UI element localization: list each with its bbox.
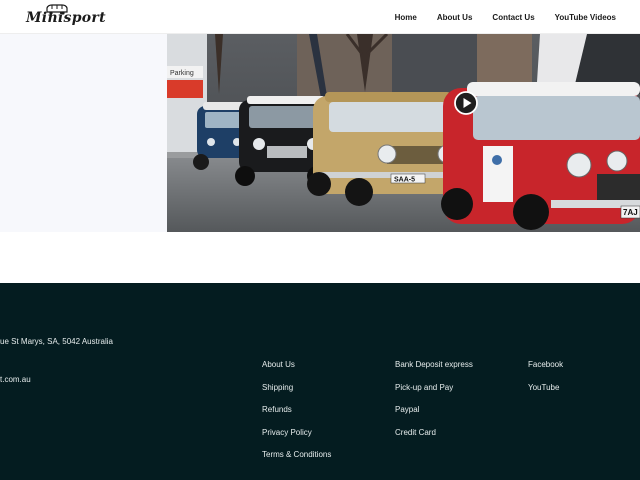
parking-sign-text: Parking: [170, 70, 194, 77]
nav-about-us[interactable]: About Us: [437, 13, 473, 22]
footer-link-youtube[interactable]: YouTube: [528, 383, 563, 392]
footer-link-privacy-policy[interactable]: Privacy Policy: [262, 428, 331, 437]
hero-video[interactable]: Parking SAA-5 7AJ: [167, 34, 640, 232]
play-icon[interactable]: [454, 91, 478, 115]
main-nav: Home About Us Contact Us YouTube Videos: [395, 0, 616, 34]
car-gold: SAA-5: [307, 92, 459, 206]
footer-company-links: About Us Shipping Refunds Privacy Policy…: [262, 360, 331, 459]
nav-youtube-videos[interactable]: YouTube Videos: [555, 13, 616, 22]
footer-payment-links: Bank Deposit express Pick-up and Pay Pay…: [395, 360, 473, 437]
nav-home[interactable]: Home: [395, 13, 417, 22]
footer-link-credit-card[interactable]: Credit Card: [395, 428, 473, 437]
site-logo[interactable]: Minisport: [26, 4, 122, 30]
nav-contact-us[interactable]: Contact Us: [492, 13, 534, 22]
footer-link-refunds[interactable]: Refunds: [262, 405, 331, 414]
hero-left-panel: [0, 34, 167, 232]
plate-red: 7AJ: [623, 208, 638, 217]
site-header: Minisport Home About Us Contact Us YouTu…: [0, 0, 640, 34]
footer-link-paypal[interactable]: Paypal: [395, 405, 473, 414]
footer-link-bank-deposit[interactable]: Bank Deposit express: [395, 360, 473, 369]
footer-link-shipping[interactable]: Shipping: [262, 383, 331, 392]
footer-link-pickup-pay[interactable]: Pick-up and Pay: [395, 383, 473, 392]
footer-social-links: Facebook YouTube: [528, 360, 563, 392]
hero-image: Parking SAA-5 7AJ: [167, 34, 640, 232]
site-footer: ue St Marys, SA, 5042 Australia t.com.au…: [0, 283, 640, 480]
footer-email-link[interactable]: t.com.au: [0, 375, 31, 384]
footer-link-about-us[interactable]: About Us: [262, 360, 331, 369]
footer-link-facebook[interactable]: Facebook: [528, 360, 563, 369]
plate-gold: SAA-5: [394, 177, 415, 184]
logo-wordmark: Minisport: [26, 10, 106, 26]
footer-address: ue St Marys, SA, 5042 Australia: [0, 337, 113, 346]
footer-link-terms[interactable]: Terms & Conditions: [262, 450, 331, 459]
